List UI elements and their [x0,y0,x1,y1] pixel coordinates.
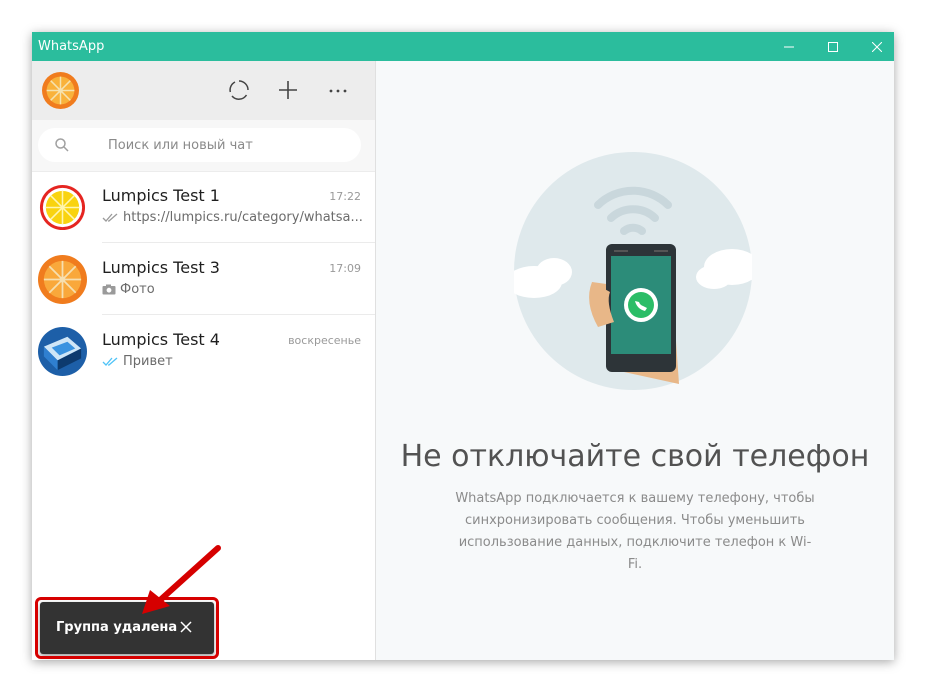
chat-time: воскресенье [288,334,361,347]
chat-name: Lumpics Test 3 [102,258,220,277]
chat-preview-text: Фото [120,282,155,297]
close-icon [872,41,882,52]
minimize-button[interactable] [769,32,809,61]
chat-preview-text: Привет [123,354,173,369]
plus-icon [279,81,297,99]
phone-wifi-illustration [514,152,752,390]
chat-name: Lumpics Test 4 [102,330,220,349]
close-button[interactable] [857,32,894,61]
chat-time: 17:22 [329,190,361,203]
red-arrow-annotation [142,545,221,614]
window-title: WhatsApp [38,39,105,54]
profile-avatar[interactable] [42,72,79,109]
intro-panel: Не отключайте свой телефон WhatsApp подк… [376,61,894,660]
menu-button[interactable] [325,77,351,103]
page-description: WhatsApp подключается к вашему телефону,… [455,491,815,572]
search-box[interactable] [38,128,361,162]
more-icon [329,89,347,93]
search-bar [32,120,375,172]
chat-preview: Фото [102,282,364,297]
title-bar: WhatsApp [32,32,894,61]
search-icon [55,138,69,152]
double-check-gray-icon [102,213,119,223]
chat-preview-text: https://lumpics.ru/category/whatsa... [123,210,363,225]
chat-preview: https://lumpics.ru/category/whatsa... [102,210,364,225]
chat-avatar-lemon [38,183,87,232]
chat-preview: Привет [102,354,364,369]
chat-avatar-blue-cube [38,327,87,376]
chat-item[interactable]: Lumpics Test 4 воскресенье Привет [32,315,375,387]
status-button[interactable] [226,77,252,103]
chat-item[interactable]: Lumpics Test 3 17:09 Фото [32,243,375,315]
status-icon [229,80,249,100]
maximize-button[interactable] [813,32,853,61]
camera-icon [102,284,116,295]
double-check-blue-icon [102,357,119,367]
minimize-icon [784,46,794,47]
new-chat-button[interactable] [275,77,301,103]
chat-name: Lumpics Test 1 [102,186,220,205]
sidebar-header [32,61,375,120]
chat-time: 17:09 [329,262,361,275]
maximize-icon [828,41,838,52]
search-input[interactable] [98,128,358,162]
chat-item[interactable]: Lumpics Test 1 17:22 https://lumpics.ru/… [32,171,375,243]
chat-avatar-orange [38,255,87,304]
page-title: Не отключайте свой телефон [400,439,870,474]
